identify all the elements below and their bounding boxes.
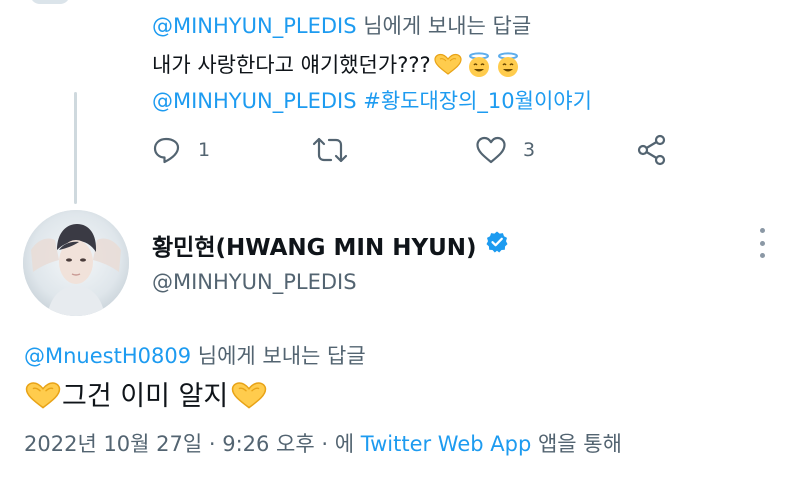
previous-tweet-text-content: 내가 사랑한다고 얘기했던가??? (152, 53, 431, 77)
previous-tweet-mention[interactable]: @MINHYUN_PLEDIS (152, 89, 357, 113)
display-name[interactable]: 황민현(HWANG MIN HYUN) (152, 228, 509, 262)
more-options-icon[interactable] (752, 228, 772, 258)
like-icon (476, 136, 506, 164)
heart-hands-emoji (24, 381, 62, 409)
reply-icon (153, 137, 180, 164)
share-icon (637, 134, 666, 166)
previous-reply-to-line: @MINHYUN_PLEDIS 님에게 보내는 답글 (152, 10, 531, 40)
previous-tweet-links: @MINHYUN_PLEDIS #황도대장의_10월이야기 (152, 85, 592, 115)
tweet-source-suffix: 앱을 통해 (537, 432, 622, 456)
tweet-source-link[interactable]: Twitter Web App (361, 432, 532, 456)
verified-badge-icon (485, 230, 509, 260)
avatar[interactable] (23, 210, 129, 316)
previous-reply-to-suffix: 님에게 보내는 답글 (363, 14, 532, 38)
main-reply-to-handle[interactable]: @MnuestH0809 (24, 344, 191, 368)
tweet-meta: 2022년 10월 27일 · 9:26 오후 · 에 Twitter Web … (24, 428, 622, 458)
like-count: 3 (523, 139, 536, 161)
like-button[interactable]: 3 (475, 136, 535, 164)
main-reply-to-suffix: 님에게 보내는 답글 (197, 344, 366, 368)
heart-hands-emoji (433, 53, 463, 75)
more-dot (759, 228, 765, 233)
avatar-photo (23, 210, 129, 316)
thread-connector-line (74, 92, 77, 204)
display-name-text: 황민현(HWANG MIN HYUN) (152, 235, 477, 261)
screen-name[interactable]: @MINHYUN_PLEDIS (152, 270, 357, 294)
retweet-icon (312, 137, 348, 163)
reply-button[interactable]: 1 (152, 136, 210, 164)
main-tweet-text: 그건 이미 알지 (24, 374, 268, 413)
previous-reply-to-handle[interactable]: @MINHYUN_PLEDIS (152, 14, 357, 38)
previous-tweet-text: 내가 사랑한다고 얘기했던가??? (152, 49, 521, 79)
share-button[interactable] (637, 134, 667, 166)
more-dot (759, 240, 765, 246)
angel-emoji (495, 52, 521, 78)
retweet-button[interactable] (312, 137, 348, 163)
angel-emoji (466, 52, 492, 78)
previous-tweet-hashtag[interactable]: #황도대장의_10월이야기 (363, 89, 592, 113)
main-tweet-text-content: 그건 이미 알지 (62, 381, 229, 412)
reply-count: 1 (198, 139, 211, 161)
more-dot (759, 253, 765, 258)
previous-avatar-edge (30, 0, 70, 4)
tweet-timestamp[interactable]: 2022년 10월 27일 · 9:26 오후 · 에 (24, 432, 354, 456)
main-reply-to-line: @MnuestH0809 님에게 보내는 답글 (24, 340, 366, 370)
heart-hands-emoji (230, 381, 268, 409)
